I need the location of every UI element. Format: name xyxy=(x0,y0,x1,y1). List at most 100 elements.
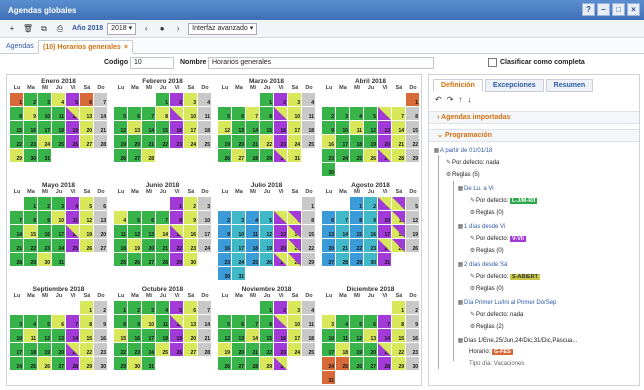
calendar-day[interactable]: 31 xyxy=(52,253,65,266)
calendar-day[interactable]: 29 xyxy=(392,357,405,370)
calendar-day[interactable]: 28 xyxy=(288,253,301,266)
tree-group-1-rules[interactable]: ⚙Reglas (0) xyxy=(469,209,504,216)
calendar-day[interactable]: 14 xyxy=(246,329,259,342)
calendar-day[interactable]: 24 xyxy=(52,239,65,252)
calendar-day[interactable]: 26 xyxy=(406,239,419,252)
calendar-day[interactable]: 20 xyxy=(232,343,245,356)
calendar-day[interactable]: 4 xyxy=(350,107,363,120)
calendar-day[interactable]: 26 xyxy=(128,253,141,266)
calendar-day[interactable]: 6 xyxy=(322,211,335,224)
calendar-day[interactable]: 16 xyxy=(218,239,231,252)
codigo-input[interactable]: 10 xyxy=(130,57,174,69)
calendar-day[interactable]: 25 xyxy=(246,253,259,266)
calendar-day[interactable]: 4 xyxy=(246,211,259,224)
calendar-day[interactable]: 1 xyxy=(260,93,273,106)
calendar-day[interactable]: 27 xyxy=(128,149,141,162)
calendar-day[interactable]: 7 xyxy=(288,211,301,224)
calendar-day[interactable]: 30 xyxy=(128,357,141,370)
calendar-day[interactable]: 15 xyxy=(260,329,273,342)
calendar-day[interactable]: 21 xyxy=(66,343,79,356)
calendar-day[interactable]: 4 xyxy=(336,315,349,328)
interface-select[interactable]: Interfaz avanzado ▾ xyxy=(188,22,258,35)
calendar-day[interactable]: 19 xyxy=(66,121,79,134)
calendar-day[interactable]: 5 xyxy=(218,107,231,120)
calendar-day[interactable]: 12 xyxy=(38,329,51,342)
calendar-day[interactable]: 18 xyxy=(246,239,259,252)
calendar-day[interactable]: 26 xyxy=(350,357,363,370)
calendar-day[interactable]: 13 xyxy=(94,211,107,224)
calendar-day[interactable]: 4 xyxy=(302,301,315,314)
calendar-day[interactable]: 23 xyxy=(24,135,37,148)
calendar-day[interactable]: 8 xyxy=(10,107,23,120)
calendar-day[interactable]: 18 xyxy=(198,121,211,134)
calendar-day[interactable]: 14 xyxy=(66,329,79,342)
calendar-day[interactable]: 28 xyxy=(198,343,211,356)
calendar-day[interactable]: 28 xyxy=(156,253,169,266)
calendar-day[interactable]: 7 xyxy=(10,211,23,224)
calendar-day[interactable]: 18 xyxy=(302,121,315,134)
calendar-day[interactable]: 14 xyxy=(336,225,349,238)
tree-group-2[interactable]: ▦1 días desde Vi xyxy=(457,223,506,230)
calendar-day[interactable]: 10 xyxy=(322,329,335,342)
clasificar-checkbox[interactable] xyxy=(488,58,497,67)
calendar-day[interactable]: 5 xyxy=(406,197,419,210)
calendar-day[interactable]: 27 xyxy=(80,135,93,148)
tab-definicion[interactable]: Definición xyxy=(433,79,483,92)
calendar-day[interactable]: 6 xyxy=(232,315,245,328)
calendar-day[interactable]: 3 xyxy=(52,197,65,210)
calendar-day[interactable]: 10 xyxy=(288,315,301,328)
calendar-day[interactable]: 3 xyxy=(288,301,301,314)
calendar-day[interactable]: 10 xyxy=(378,211,391,224)
calendar-day[interactable]: 13 xyxy=(322,225,335,238)
calendar-day[interactable]: 22 xyxy=(260,135,273,148)
calendar-day[interactable]: 2 xyxy=(274,93,287,106)
calendar-day[interactable]: 25 xyxy=(24,357,37,370)
calendar-day[interactable]: 10 xyxy=(10,329,23,342)
calendar-day[interactable]: 26 xyxy=(114,149,127,162)
calendar-day[interactable]: 16 xyxy=(406,329,419,342)
calendar-day[interactable]: 20 xyxy=(142,239,155,252)
calendar-day[interactable]: 14 xyxy=(198,315,211,328)
calendar-day[interactable]: 16 xyxy=(184,225,197,238)
calendar-day[interactable]: 9 xyxy=(184,211,197,224)
tab-agendas[interactable]: Agendas xyxy=(2,40,38,54)
calendar-day[interactable]: 26 xyxy=(66,135,79,148)
calendar-day[interactable]: 30 xyxy=(274,149,287,162)
calendar-day[interactable]: 21 xyxy=(246,135,259,148)
calendar-day[interactable]: 23 xyxy=(184,239,197,252)
calendar-day[interactable]: 8 xyxy=(302,211,315,224)
calendar-day[interactable]: 22 xyxy=(114,343,127,356)
calendar-day[interactable]: 29 xyxy=(80,357,93,370)
calendar-day[interactable]: 2 xyxy=(170,93,183,106)
calendar-day[interactable]: 6 xyxy=(232,107,245,120)
calendar-day[interactable]: 7 xyxy=(392,107,405,120)
calendar-day[interactable]: 11 xyxy=(302,315,315,328)
calendar-day[interactable]: 2 xyxy=(274,301,287,314)
calendar-day[interactable]: 22 xyxy=(406,135,419,148)
calendar-day[interactable]: 26 xyxy=(364,149,377,162)
calendar-day[interactable]: 9 xyxy=(24,107,37,120)
calendar-day[interactable]: 5 xyxy=(128,211,141,224)
calendar-day[interactable]: 24 xyxy=(288,343,301,356)
today-icon[interactable]: ● xyxy=(156,23,168,35)
calendar-day[interactable]: 13 xyxy=(364,329,377,342)
tree-rules[interactable]: ⚙Reglas (5) xyxy=(445,171,480,178)
tab-resumen[interactable]: Resumen xyxy=(545,79,594,92)
calendar-day[interactable]: 30 xyxy=(406,357,419,370)
calendar-day[interactable]: 10 xyxy=(184,107,197,120)
calendar-day[interactable]: 25 xyxy=(198,135,211,148)
calendar-day[interactable]: 6 xyxy=(364,315,377,328)
calendar-day[interactable]: 16 xyxy=(170,121,183,134)
calendar-day[interactable]: 1 xyxy=(114,301,127,314)
calendar-day[interactable]: 5 xyxy=(218,315,231,328)
calendar-day[interactable]: 9 xyxy=(94,315,107,328)
minimize-icon[interactable]: – xyxy=(597,3,610,16)
calendar-day[interactable]: 7 xyxy=(66,315,79,328)
calendar-day[interactable]: 4 xyxy=(392,197,405,210)
calendar-day[interactable]: 5 xyxy=(170,301,183,314)
calendar-day[interactable]: 2 xyxy=(38,197,51,210)
close-icon[interactable]: × xyxy=(627,3,640,16)
calendar-day[interactable]: 19 xyxy=(170,329,183,342)
calendar-day[interactable]: 7 xyxy=(198,301,211,314)
calendar-day[interactable]: 16 xyxy=(24,121,37,134)
